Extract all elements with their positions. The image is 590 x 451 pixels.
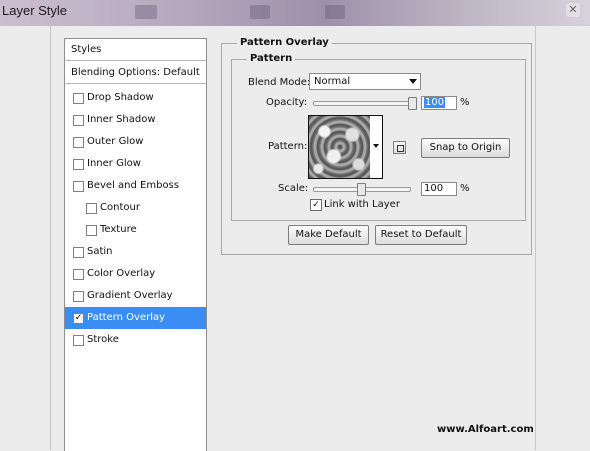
style-item-label: Satin <box>87 246 113 257</box>
opacity-input[interactable]: 100 <box>421 96 457 110</box>
style-item-color-overlay[interactable]: Color Overlay <box>65 263 206 285</box>
style-item-checkbox[interactable] <box>73 269 84 280</box>
scale-percent: % <box>460 183 470 194</box>
opacity-value: 100 <box>424 97 446 108</box>
toolbar-ghost-icon <box>325 5 345 19</box>
close-icon[interactable]: ✕ <box>566 3 580 17</box>
window-title: Layer Style <box>2 3 68 18</box>
scale-slider-handle[interactable] <box>357 183 366 196</box>
scale-value: 100 <box>424 183 444 194</box>
style-item-checkbox[interactable] <box>73 291 84 302</box>
style-item-checkbox[interactable] <box>73 137 84 148</box>
style-item-gradient-overlay[interactable]: Gradient Overlay <box>65 285 206 307</box>
frame-divider <box>50 26 51 450</box>
check-icon: ✓ <box>312 200 320 210</box>
style-item-checkbox[interactable] <box>73 181 84 192</box>
group-title: Pattern <box>247 53 296 64</box>
scale-input[interactable]: 100 <box>421 182 457 196</box>
style-item-drop-shadow[interactable]: Drop Shadow <box>65 87 206 109</box>
link-with-layer-checkbox[interactable]: ✓ <box>310 199 322 211</box>
style-item-checkbox[interactable] <box>73 93 84 104</box>
opacity-label: Opacity: <box>266 97 308 108</box>
scale-label: Scale: <box>278 183 309 194</box>
style-item-label: Outer Glow <box>87 136 144 147</box>
style-item-label: Inner Shadow <box>87 114 156 125</box>
watermark: www.Alfoart.com <box>437 424 534 435</box>
chevron-down-icon <box>409 79 417 84</box>
style-item-label: Drop Shadow <box>87 92 154 103</box>
opacity-percent: % <box>460 97 470 108</box>
style-item-bevel-and-emboss[interactable]: Bevel and Emboss <box>65 175 206 197</box>
reset-to-default-button[interactable]: Reset to Default <box>375 225 467 245</box>
style-item-label: Contour <box>100 202 140 213</box>
style-item-checkbox[interactable] <box>86 203 97 214</box>
toolbar-ghost-icon <box>250 5 270 19</box>
style-item-checkbox[interactable] <box>73 335 84 346</box>
opacity-slider[interactable] <box>313 101 415 106</box>
blend-mode-select[interactable]: Normal <box>309 73 421 90</box>
style-item-label: Color Overlay <box>87 268 156 279</box>
styles-list-panel: Styles Blending Options: Default Drop Sh… <box>64 38 207 451</box>
section-title: Pattern Overlay <box>237 37 332 48</box>
style-item-checkbox[interactable]: ✓ <box>73 313 84 324</box>
style-item-texture[interactable]: Texture <box>65 219 206 241</box>
style-item-pattern-overlay[interactable]: ✓ Pattern Overlay <box>65 307 206 329</box>
style-item-checkbox[interactable] <box>86 225 97 236</box>
pattern-swatch[interactable] <box>308 115 372 179</box>
style-item-inner-shadow[interactable]: Inner Shadow <box>65 109 206 131</box>
style-item-stroke[interactable]: Stroke <box>65 329 206 351</box>
style-item-label: Stroke <box>87 334 119 345</box>
style-item-label: Texture <box>100 224 137 235</box>
style-item-label: Inner Glow <box>87 158 141 169</box>
chevron-down-icon <box>373 144 379 148</box>
style-item-outer-glow[interactable]: Outer Glow <box>65 131 206 153</box>
style-item-checkbox[interactable] <box>73 115 84 126</box>
style-item-inner-glow[interactable]: Inner Glow <box>65 153 206 175</box>
make-default-button[interactable]: Make Default <box>288 225 369 245</box>
opacity-slider-handle[interactable] <box>408 97 417 110</box>
title-bar[interactable]: Layer Style ✕ <box>0 0 590 26</box>
style-item-label: Pattern Overlay <box>87 312 166 323</box>
new-preset-icon[interactable] <box>393 141 406 154</box>
blend-mode-label: Blend Mode: <box>248 77 311 88</box>
blend-mode-value: Normal <box>314 76 351 87</box>
style-item-label: Gradient Overlay <box>87 290 173 301</box>
style-item-label: Bevel and Emboss <box>87 180 179 191</box>
style-item-checkbox[interactable] <box>73 159 84 170</box>
pattern-label: Pattern: <box>268 141 308 152</box>
styles-header[interactable]: Styles <box>65 39 206 61</box>
blending-options-item[interactable]: Blending Options: Default <box>65 62 206 84</box>
link-with-layer-label[interactable]: Link with Layer <box>324 199 400 210</box>
style-item-checkbox[interactable] <box>73 247 84 258</box>
toolbar-ghost-icon <box>135 5 157 19</box>
style-item-satin[interactable]: Satin <box>65 241 206 263</box>
frame-divider <box>535 26 536 450</box>
style-item-contour[interactable]: Contour <box>65 197 206 219</box>
snap-to-origin-button[interactable]: Snap to Origin <box>421 138 510 158</box>
